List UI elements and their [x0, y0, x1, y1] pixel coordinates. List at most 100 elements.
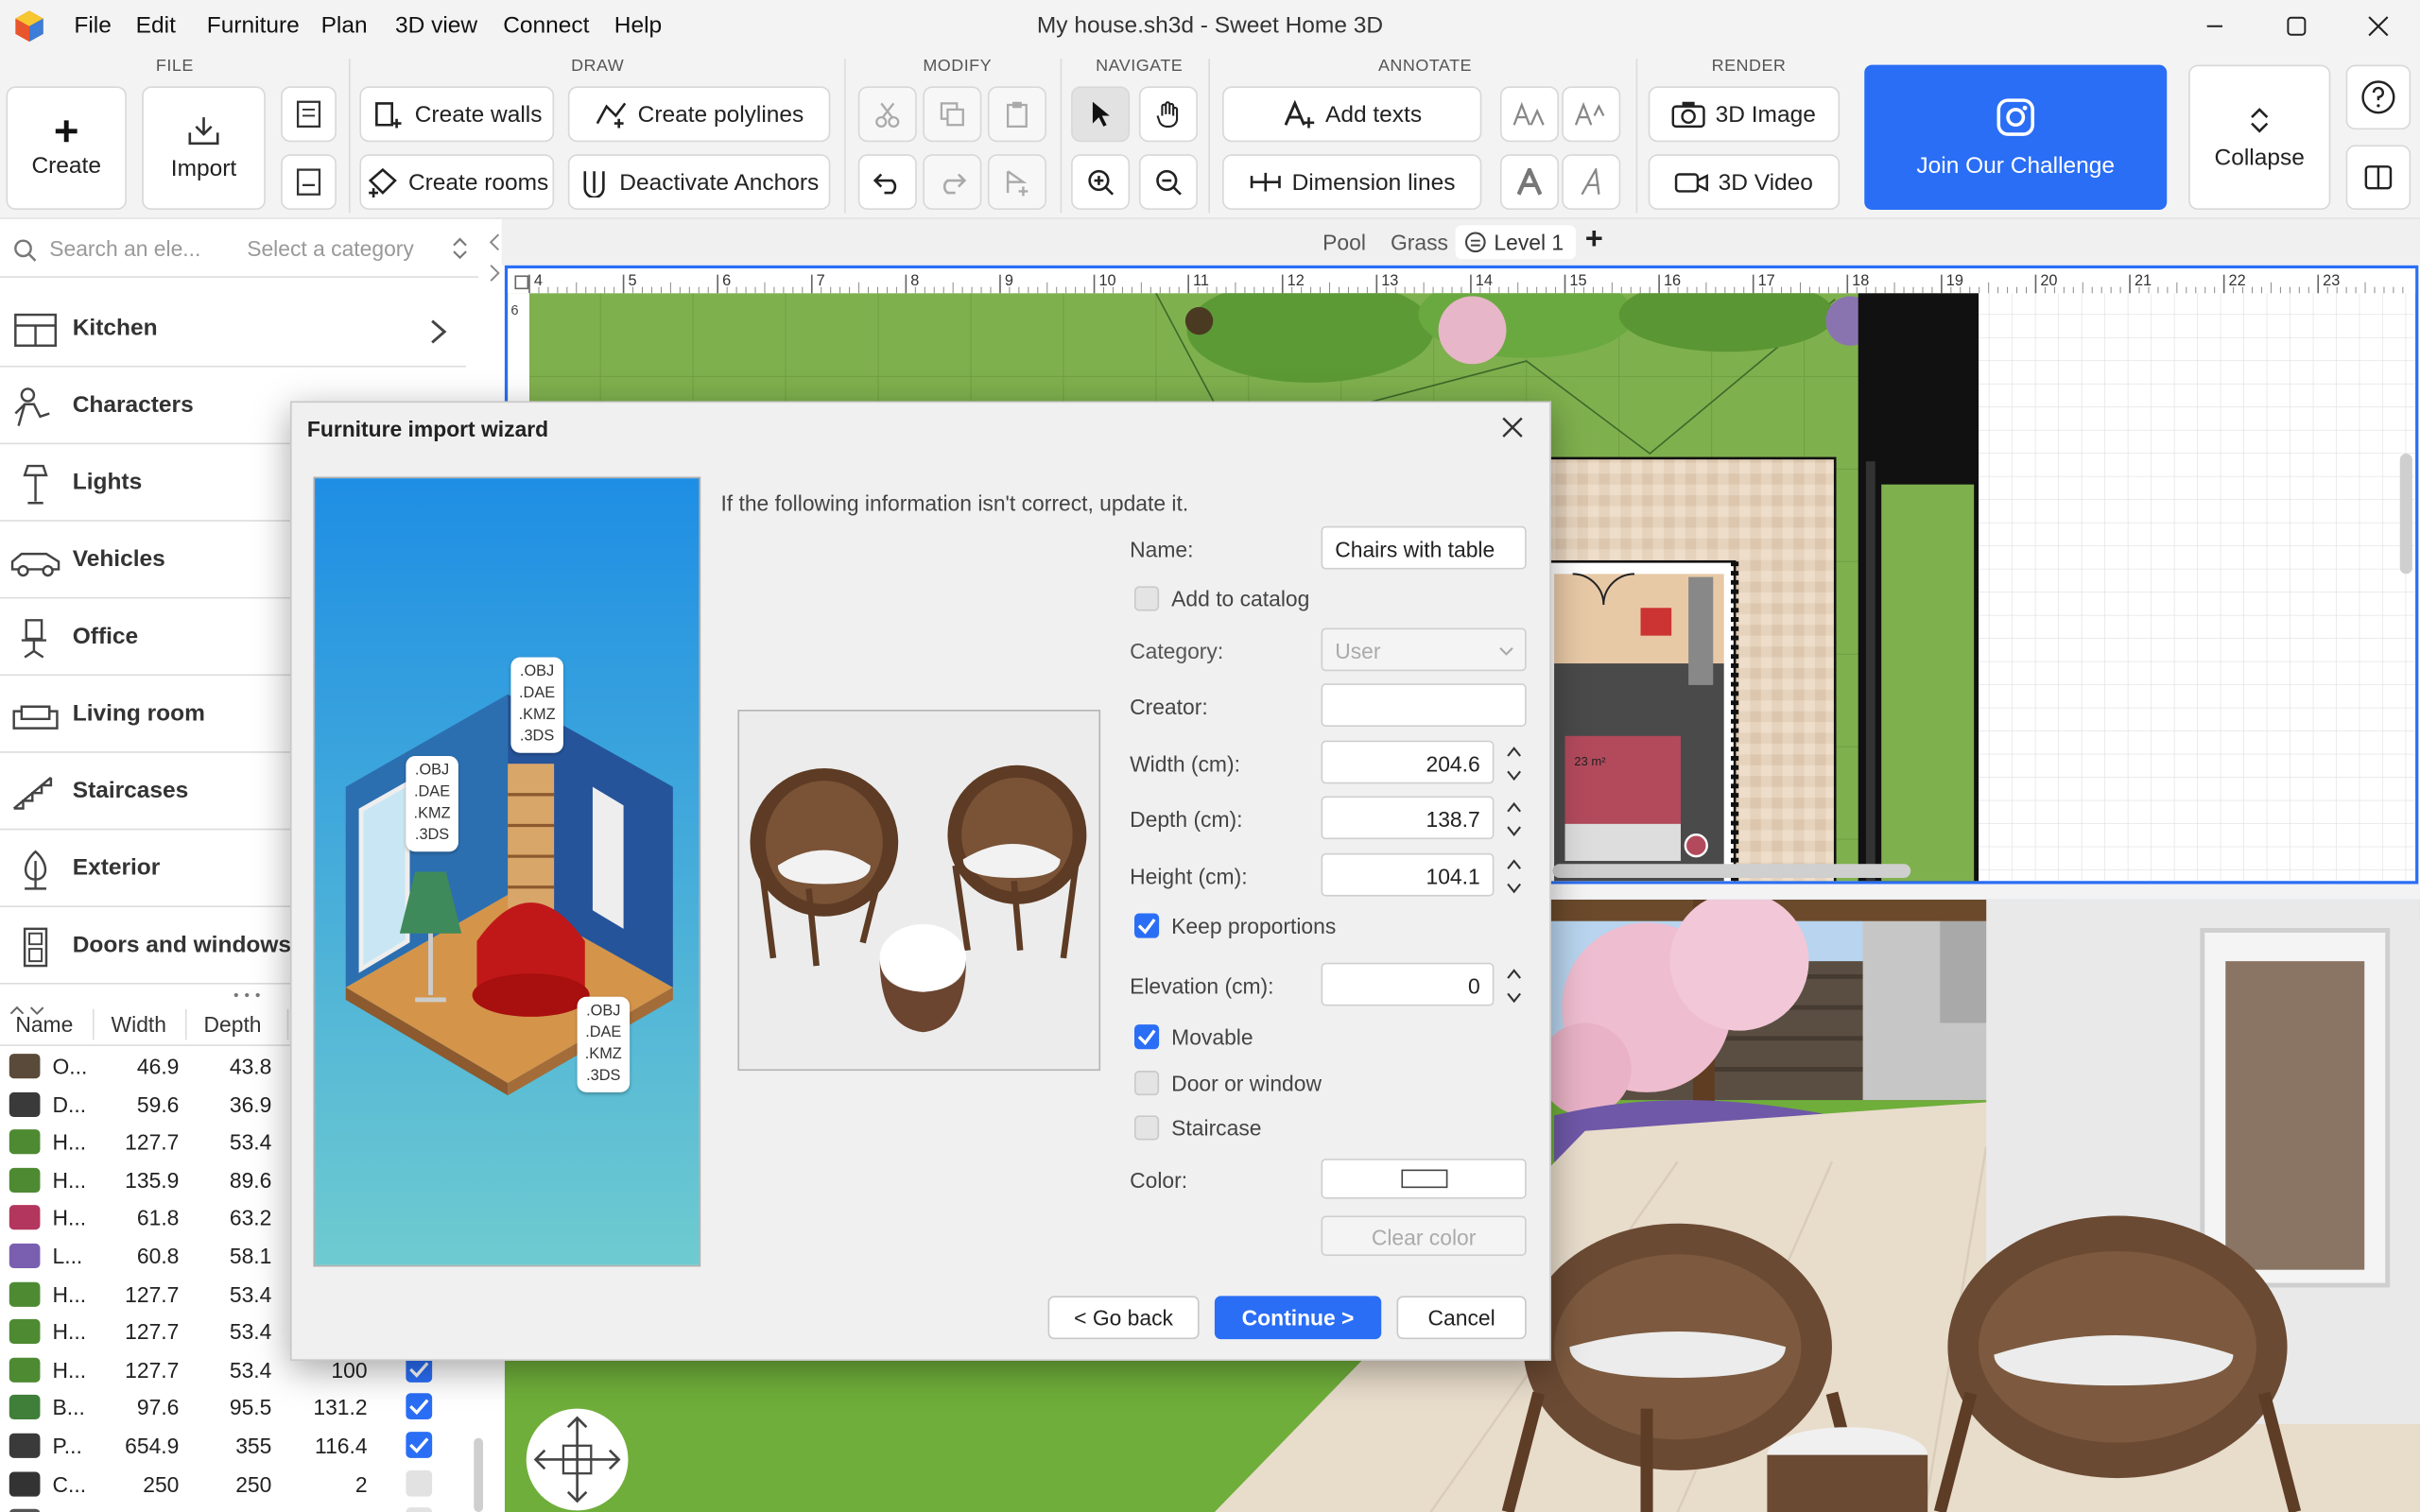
- table-row[interactable]: C... 250 250 2: [0, 1465, 478, 1503]
- help-button[interactable]: [2345, 64, 2411, 130]
- 3d-image-button[interactable]: 3D Image: [1648, 86, 1841, 143]
- cancel-button[interactable]: Cancel: [1396, 1296, 1527, 1340]
- furniture-thumbnail-icon: [9, 1091, 41, 1117]
- cell-depth: 250: [235, 1470, 272, 1497]
- room-illustration: [345, 694, 673, 1096]
- visible-checkbox[interactable]: [406, 1393, 433, 1420]
- create-button[interactable]: Create: [6, 86, 127, 211]
- create-polylines-button[interactable]: Create polylines: [567, 86, 831, 143]
- depth-input[interactable]: 138.7: [1321, 796, 1495, 840]
- tab-level-1[interactable]: Level 1: [1455, 225, 1576, 260]
- movable-checkbox[interactable]: [1133, 1024, 1160, 1050]
- navigation-control[interactable]: [526, 1408, 629, 1511]
- maximize-button[interactable]: [2255, 0, 2338, 53]
- save-button[interactable]: [281, 154, 337, 211]
- toggle-panel-button[interactable]: [2345, 145, 2411, 211]
- category-select-disabled[interactable]: User: [1321, 627, 1527, 672]
- cell-depth: 53.4: [229, 1319, 272, 1345]
- cut-button[interactable]: [857, 86, 917, 143]
- door-or-window-checkbox[interactable]: [1133, 1071, 1160, 1096]
- elevation-input[interactable]: 0: [1321, 962, 1495, 1006]
- deactivate-anchors-button[interactable]: Deactivate Anchors: [567, 154, 831, 211]
- instagram-icon: [1996, 97, 2034, 136]
- color-button[interactable]: [1321, 1159, 1527, 1199]
- add-to-catalog-checkbox[interactable]: [1133, 586, 1160, 611]
- cell-width: 250: [143, 1470, 180, 1497]
- group-label-navigate: NAVIGATE: [1096, 57, 1184, 76]
- furniture-import-wizard-dialog: Furniture import wizard .OBJ .DAE .KMZ .…: [289, 401, 1551, 1361]
- search-input[interactable]: Search an ele...: [49, 236, 200, 261]
- office-chair-icon: [21, 619, 46, 659]
- add-texts-button[interactable]: Add texts: [1222, 86, 1482, 143]
- column-name[interactable]: Name: [15, 1012, 73, 1037]
- create-rooms-button[interactable]: Create rooms: [359, 154, 555, 211]
- paste-icon: [1006, 101, 1028, 129]
- table-row[interactable]: B... 97.6 95.5 131.2: [0, 1389, 478, 1427]
- bold-button[interactable]: [1499, 154, 1559, 211]
- continue-button[interactable]: Continue >: [1214, 1296, 1382, 1340]
- close-dialog-icon[interactable]: [1502, 417, 1524, 438]
- width-input[interactable]: 204.6: [1321, 740, 1495, 784]
- cell-name: H...: [52, 1205, 87, 1230]
- column-depth[interactable]: Depth: [204, 1012, 262, 1037]
- select-mode-button[interactable]: [1071, 86, 1131, 143]
- splitter-handle-icon[interactable]: [232, 990, 263, 1000]
- tab-grass[interactable]: Grass: [1391, 230, 1448, 254]
- open-button[interactable]: [281, 86, 337, 143]
- close-window-button[interactable]: [2337, 0, 2420, 53]
- plan-vertical-scrollbar[interactable]: [2399, 453, 2412, 575]
- height-spinner-icon[interactable]: [1503, 853, 1525, 900]
- italic-button[interactable]: [1562, 154, 1621, 211]
- width-spinner-icon[interactable]: [1503, 741, 1525, 787]
- model-preview[interactable]: [737, 710, 1101, 1072]
- pan-mode-button[interactable]: [1138, 86, 1198, 143]
- minimize-button[interactable]: [2173, 0, 2256, 53]
- add-point-button[interactable]: [987, 154, 1046, 211]
- category-kitchen[interactable]: Kitchen: [0, 293, 467, 368]
- cell-name: H...: [52, 1167, 87, 1193]
- staircase-checkbox[interactable]: [1133, 1115, 1160, 1141]
- category-select[interactable]: Select a category: [247, 236, 414, 261]
- cell-width: 654.9: [125, 1433, 180, 1458]
- redo-button[interactable]: [923, 154, 982, 211]
- decrease-text-size-button[interactable]: [1499, 86, 1559, 143]
- depth-spinner-icon[interactable]: [1503, 796, 1525, 842]
- zoom-in-button[interactable]: [1071, 154, 1131, 211]
- chevron-down-icon: [1499, 646, 1513, 656]
- anchor-icon: [584, 171, 606, 198]
- visible-checkbox[interactable]: [406, 1507, 433, 1512]
- import-button[interactable]: Import: [142, 86, 266, 211]
- visible-checkbox[interactable]: [406, 1469, 433, 1497]
- table-row[interactable]: P... 654.9 355 116.4: [0, 1427, 478, 1465]
- create-walls-button[interactable]: Create walls: [359, 86, 555, 143]
- copy-button[interactable]: [923, 86, 982, 143]
- zoom-out-button[interactable]: [1138, 154, 1198, 211]
- increase-text-size-button[interactable]: [1562, 86, 1621, 143]
- cell-width: 61.8: [136, 1205, 180, 1230]
- paste-button[interactable]: [987, 86, 1046, 143]
- visible-checkbox[interactable]: [406, 1432, 433, 1458]
- level-icon: [1464, 232, 1486, 253]
- cell-depth: 58.1: [229, 1243, 272, 1269]
- column-width[interactable]: Width: [112, 1012, 166, 1037]
- tab-pool[interactable]: Pool: [1322, 230, 1366, 254]
- dimension-lines-button[interactable]: Dimension lines: [1222, 154, 1482, 211]
- creator-input[interactable]: [1321, 683, 1527, 727]
- join-challenge-button[interactable]: Join Our Challenge: [1864, 64, 2168, 211]
- cell-name: O...: [52, 1054, 88, 1079]
- keep-proportions-checkbox[interactable]: [1133, 913, 1160, 938]
- table-row[interactable]: B...44.538.242.8: [0, 1503, 478, 1512]
- clear-color-button[interactable]: Clear color: [1321, 1215, 1527, 1256]
- go-back-button[interactable]: < Go back: [1047, 1296, 1200, 1340]
- 3d-video-button[interactable]: 3D Video: [1648, 154, 1841, 211]
- collapse-button[interactable]: Collapse: [2188, 64, 2331, 211]
- collapse-panel-icon[interactable]: [488, 229, 500, 290]
- plan-horizontal-scrollbar[interactable]: [1552, 864, 1911, 878]
- height-input[interactable]: 104.1: [1321, 852, 1495, 897]
- undo-button[interactable]: [857, 154, 917, 211]
- zoom-out-icon: [1156, 169, 1182, 196]
- table-scrollbar[interactable]: [474, 1437, 484, 1512]
- name-input[interactable]: Chairs with table: [1321, 525, 1527, 570]
- elevation-spinner-icon[interactable]: [1503, 963, 1525, 1009]
- add-level-button[interactable]: +: [1585, 222, 1603, 258]
